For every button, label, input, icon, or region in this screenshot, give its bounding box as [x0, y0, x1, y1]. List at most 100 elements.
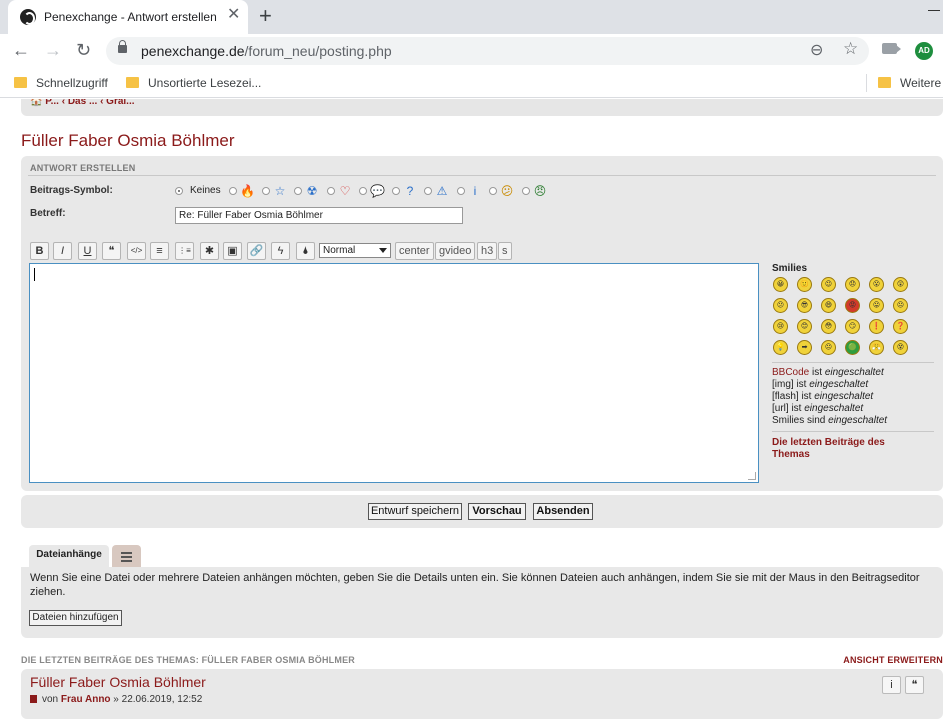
smiley-icon[interactable]: 😢: [773, 319, 788, 334]
message-editor[interactable]: [29, 263, 759, 483]
browser-tab[interactable]: Penexchange - Antwort erstellen ✕: [8, 0, 248, 34]
smiley-icon[interactable]: 💡: [773, 340, 788, 355]
smiley-icon[interactable]: 😎: [797, 298, 812, 313]
resize-grip-icon[interactable]: [748, 472, 756, 480]
smiley-icon[interactable]: 😵: [893, 340, 908, 355]
breadcrumb-bar: 🏠 P... ‹ Das ... ‹ Grai...: [21, 99, 943, 116]
smiley-icon[interactable]: 😕: [773, 298, 788, 313]
smiley-icon[interactable]: 😉: [821, 277, 836, 292]
image-button[interactable]: ▣: [223, 242, 242, 260]
post-icon-radio[interactable]: [522, 187, 530, 195]
center-tag-button[interactable]: center: [395, 242, 434, 260]
smiley-icon[interactable]: 😀: [773, 277, 788, 292]
list-button[interactable]: ≡: [150, 242, 169, 260]
smiley-icon[interactable]: ➡: [797, 340, 812, 355]
smiley-icon[interactable]: 😛: [869, 298, 884, 313]
list-item-button[interactable]: ✱: [200, 242, 219, 260]
post-icon-radio[interactable]: [294, 187, 302, 195]
bookmarks-separator: [866, 74, 867, 92]
post-icon-radio[interactable]: [327, 187, 335, 195]
smiley-icon[interactable]: 😄: [821, 298, 836, 313]
post-symbol-icon: 🔥: [240, 184, 255, 198]
code-button[interactable]: </>: [127, 242, 146, 260]
back-arrow-icon[interactable]: ←: [12, 40, 30, 60]
close-tab-icon[interactable]: ✕: [227, 7, 240, 23]
post-symbol-icon: ♡: [339, 184, 351, 198]
smiley-icon[interactable]: ❗: [869, 319, 884, 334]
quote-button[interactable]: ❝: [102, 242, 121, 260]
expand-view-link[interactable]: ANSICHT ERWEITERN: [843, 655, 943, 665]
underline-button[interactable]: U: [78, 242, 97, 260]
bbcode-link[interactable]: BBCode: [772, 367, 809, 378]
smiley-icon[interactable]: 😮: [869, 277, 884, 292]
smiley-icon[interactable]: ❓: [893, 319, 908, 334]
post-author-link[interactable]: Frau Anno: [61, 694, 111, 705]
post-icon-radio[interactable]: [359, 187, 367, 195]
s-tag-button[interactable]: s: [498, 242, 512, 260]
subject-label: Betreff:: [30, 208, 66, 219]
post-icon-radio[interactable]: [392, 187, 400, 195]
smiley-icon[interactable]: 🙂: [797, 277, 812, 292]
numbered-list-button[interactable]: ⋮≡: [175, 242, 194, 260]
post-icon-radio[interactable]: [424, 187, 432, 195]
url-text: penexchange.de/forum_neu/posting.php: [141, 43, 392, 59]
menu-icon: [121, 556, 132, 558]
bookmark-star-icon[interactable]: ☆: [843, 39, 858, 59]
bookmark-schnellzugriff[interactable]: Schnellzugriff: [36, 76, 108, 90]
post-symbol-icon: ☆: [274, 184, 286, 198]
post-icon-radio[interactable]: [489, 187, 497, 195]
img-status: [img] ist eingeschaltet: [772, 379, 869, 390]
gvideo-tag-button[interactable]: gvideo: [435, 242, 476, 260]
smiley-icon[interactable]: 🟢: [845, 340, 860, 355]
post-icon-radio[interactable]: [229, 187, 237, 195]
bookmark-weitere[interactable]: Weitere: [900, 76, 941, 90]
post-info-button[interactable]: i: [882, 676, 901, 694]
post-quote-button[interactable]: ❝: [905, 676, 924, 694]
save-draft-button[interactable]: Entwurf speichern: [368, 503, 462, 520]
link-button[interactable]: 🔗: [247, 242, 266, 260]
h3-tag-button[interactable]: h3: [477, 242, 498, 260]
minimize-window-icon[interactable]: [928, 10, 940, 11]
bbcode-status: BBCode ist eingeschaltet: [772, 367, 884, 378]
tab-attachments[interactable]: Dateianhänge: [29, 545, 109, 567]
page-title[interactable]: Füller Faber Osmia Böhlmer: [21, 131, 235, 151]
subject-input[interactable]: Re: Füller Faber Osmia Böhlmer: [175, 207, 463, 224]
post-icon-radio-none[interactable]: [175, 187, 183, 195]
add-files-button[interactable]: Dateien hinzufügen: [29, 610, 122, 626]
smiley-icon[interactable]: 😤: [869, 340, 884, 355]
smiley-icon[interactable]: 😊: [797, 319, 812, 334]
font-size-select[interactable]: Normal: [319, 243, 391, 258]
new-tab-icon[interactable]: +: [259, 4, 272, 28]
zoom-icon[interactable]: ⊖: [810, 40, 823, 60]
post-icon-radio[interactable]: [457, 187, 465, 195]
smiley-icon[interactable]: 😐: [821, 340, 836, 355]
profile-avatar[interactable]: AD: [915, 42, 933, 60]
color-button[interactable]: 🌢: [296, 242, 315, 260]
submit-button[interactable]: Absenden: [533, 503, 593, 520]
folder-icon: [878, 77, 891, 88]
tab-title: Penexchange - Antwort erstellen: [44, 10, 217, 24]
preview-button[interactable]: Vorschau: [468, 503, 526, 520]
smiley-icon[interactable]: 😏: [845, 319, 860, 334]
smiley-icon[interactable]: 😡: [845, 298, 860, 313]
post-icon-radio[interactable]: [262, 187, 270, 195]
reply-heading: ANTWORT ERSTELLEN: [30, 163, 136, 173]
camera-icon[interactable]: [882, 43, 897, 54]
smiley-icon[interactable]: 😐: [893, 298, 908, 313]
post-icon-none-label: Keines: [190, 185, 221, 196]
bold-button[interactable]: B: [30, 242, 49, 260]
italic-button[interactable]: I: [53, 242, 72, 260]
flash-button[interactable]: ϟ: [271, 242, 290, 260]
reload-icon[interactable]: ↻: [76, 40, 91, 60]
forward-arrow-icon[interactable]: →: [44, 40, 62, 60]
folder-icon: [126, 77, 139, 88]
recent-posts-link[interactable]: Die letzten Beiträge des Themas: [772, 437, 922, 461]
post-title-link[interactable]: Füller Faber Osmia Böhlmer: [30, 674, 206, 690]
smiley-icon[interactable]: 😳: [821, 319, 836, 334]
bookmark-unsortierte[interactable]: Unsortierte Lesezei...: [148, 76, 261, 90]
smiley-icon[interactable]: 😞: [845, 277, 860, 292]
breadcrumb[interactable]: 🏠 P... ‹ Das ... ‹ Grai...: [30, 99, 135, 107]
address-bar[interactable]: penexchange.de/forum_neu/posting.php ⊖ ☆: [106, 37, 869, 65]
tab-options[interactable]: [112, 545, 141, 567]
smiley-icon[interactable]: 😲: [893, 277, 908, 292]
